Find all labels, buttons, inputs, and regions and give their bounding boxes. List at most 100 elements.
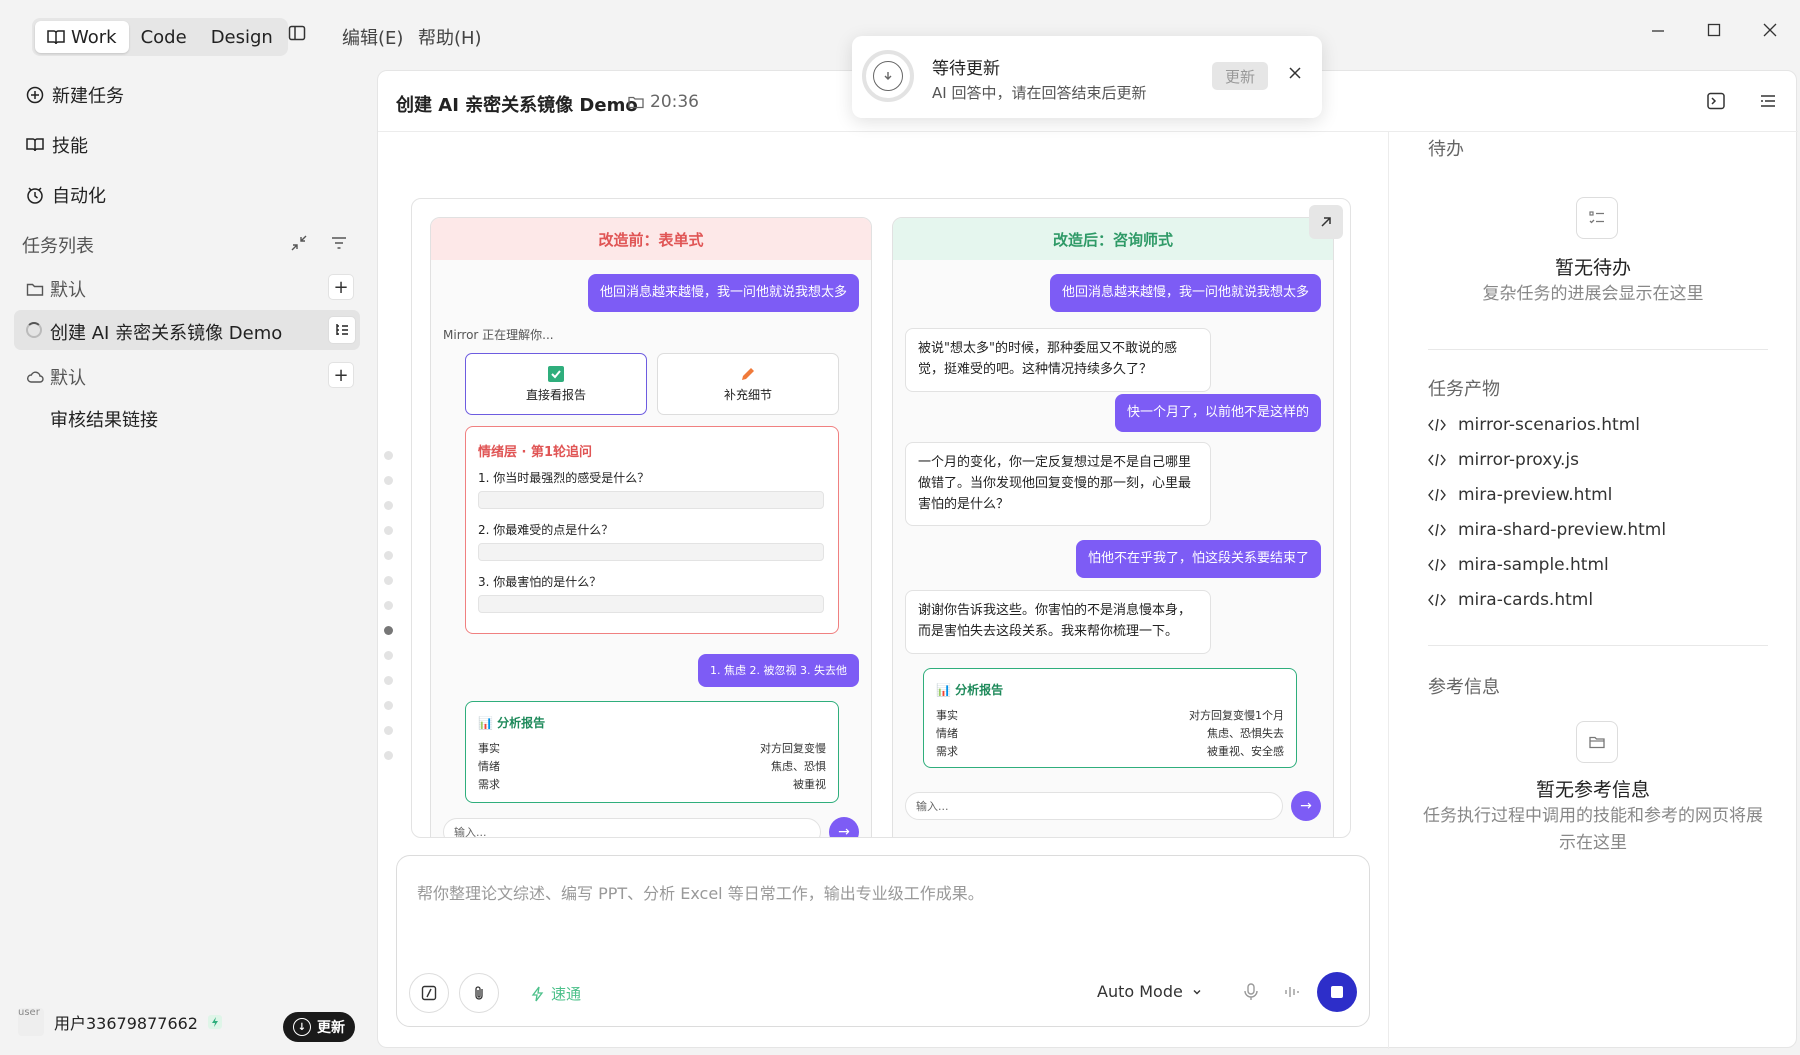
composer-input[interactable]: 帮你整理论文综述、编写 PPT、分析 Excel 等日常工作，输出专业级工作成果…: [417, 880, 984, 904]
option-add-details-button[interactable]: 补充细节: [657, 353, 839, 415]
auto-mode-label: Auto Mode: [1097, 982, 1183, 1001]
answer-field-1[interactable]: [478, 491, 824, 509]
folder-icon: [26, 281, 44, 297]
filter-icon[interactable]: [330, 234, 348, 252]
refs-empty-icon: [1576, 721, 1618, 763]
sidebar-item-review-link[interactable]: 审核结果链接: [50, 406, 158, 432]
user-name: 用户33679877662: [54, 1014, 198, 1033]
mode-design-button[interactable]: Design: [199, 21, 285, 53]
progress-dot[interactable]: [383, 451, 393, 460]
progress-dot[interactable]: [383, 526, 393, 535]
stop-square-icon: [1331, 986, 1343, 998]
progress-dot[interactable]: [383, 601, 393, 610]
microphone-icon[interactable]: [1242, 982, 1260, 1002]
waveform-icon[interactable]: [1283, 982, 1301, 1002]
sidebar-toggle-icon[interactable]: [288, 24, 306, 42]
speed-mode-button[interactable]: 速通: [531, 983, 581, 1004]
question-1: 1. 你当时最强烈的感受是什么？: [478, 471, 650, 485]
mode-switcher: Work Code Design: [32, 18, 288, 56]
todo-empty-icon: [1576, 197, 1618, 239]
progress-dot[interactable]: [383, 726, 393, 735]
pane-before-input[interactable]: 输入...: [443, 818, 821, 837]
progress-dot[interactable]: [383, 676, 393, 685]
report-key: 情绪: [936, 727, 958, 740]
sidebar: 新建任务 技能 自动化 任务列表 默认 + 创建 AI 亲密关系镜像 Demo: [0, 70, 375, 1055]
sidebar-item-skills[interactable]: 技能: [26, 132, 88, 158]
artifact-name: mira-preview.html: [1458, 485, 1613, 505]
expand-preview-button[interactable]: [1309, 205, 1343, 239]
progress-dot[interactable]: [383, 576, 393, 585]
terminal-icon[interactable]: [1706, 91, 1726, 111]
auto-mode-select[interactable]: Auto Mode: [1097, 982, 1203, 1001]
add-task-button-2[interactable]: +: [328, 362, 354, 388]
sidebar-item-new-task[interactable]: 新建任务: [26, 82, 124, 108]
report-value: 被重视、安全感: [1207, 745, 1284, 758]
composer[interactable]: 帮你整理论文综述、编写 PPT、分析 Excel 等日常工作，输出专业级工作成果…: [396, 855, 1370, 1027]
maximize-icon[interactable]: [1706, 22, 1722, 38]
pane-after-input[interactable]: 输入...: [905, 792, 1283, 820]
task-outline-button[interactable]: [328, 316, 356, 344]
demo-preview: 改造前：表单式 他回消息越来越慢，我一问他就说我想太多 Mirror 正在理解你…: [411, 198, 1351, 838]
report-key: 情绪: [478, 760, 500, 773]
list-tree-icon: [334, 322, 350, 338]
progress-dot-active[interactable]: [383, 626, 393, 635]
artifact-item[interactable]: mirror-proxy.js: [1428, 450, 1579, 470]
answer-field-2[interactable]: [478, 543, 824, 561]
header-divider: [378, 131, 1798, 132]
user-profile[interactable]: user 用户33679877662: [18, 1008, 222, 1036]
group-default-cloud[interactable]: 默认: [26, 364, 86, 390]
ai-message: 一个月的变化，你一定反复想过是不是自己哪里做错了。当你发现他回复变慢的那一刻，心…: [905, 442, 1211, 527]
report-value: 对方回复变慢1个月: [1189, 709, 1284, 722]
paperclip-icon: [471, 985, 487, 1001]
update-button[interactable]: ↓ 更新: [283, 1012, 355, 1042]
report-value: 焦虑、恐惧失去: [1207, 727, 1284, 740]
add-task-button[interactable]: +: [328, 274, 354, 300]
attach-button[interactable]: [459, 973, 499, 1013]
check-box-icon: [548, 365, 564, 382]
ai-message: 谢谢你告诉我这些。你害怕的不是消息慢本身，而是害怕失去这段关系。我来帮你梳理一下…: [905, 590, 1211, 654]
artifact-item[interactable]: mira-shard-preview.html: [1428, 520, 1666, 540]
slash-command-button[interactable]: [409, 973, 449, 1013]
menu-help[interactable]: 帮助(H): [418, 24, 482, 50]
stop-button[interactable]: [1317, 972, 1357, 1012]
speed-label: 速通: [551, 985, 582, 1003]
report-title-text: 分析报告: [497, 716, 546, 730]
download-progress-icon: [862, 50, 914, 102]
mode-code-button[interactable]: Code: [129, 21, 199, 53]
task-label: 创建 AI 亲密关系镜像 Demo: [50, 323, 283, 344]
artifact-item[interactable]: mira-preview.html: [1428, 485, 1612, 505]
progress-dot[interactable]: [383, 701, 393, 710]
send-arrow-icon[interactable]: →: [829, 817, 859, 837]
progress-dot[interactable]: [383, 551, 393, 560]
window-close-icon[interactable]: [1762, 22, 1778, 38]
menu-edit[interactable]: 编辑(E): [342, 24, 403, 50]
progress-dot[interactable]: [383, 651, 393, 660]
minimize-icon[interactable]: [1650, 22, 1666, 38]
sidebar-task-active[interactable]: 创建 AI 亲密关系镜像 Demo: [14, 310, 360, 350]
answer-field-3[interactable]: [478, 595, 824, 613]
toast-update-button[interactable]: 更新: [1212, 62, 1268, 90]
panel-list-icon[interactable]: [1758, 91, 1778, 111]
progress-dot[interactable]: [383, 501, 393, 510]
report-key: 事实: [478, 742, 500, 755]
send-arrow-icon[interactable]: →: [1291, 791, 1321, 821]
sidebar-item-automation[interactable]: 自动化: [26, 182, 106, 208]
close-icon[interactable]: [1288, 66, 1302, 80]
user-message: 快一个月了，以前他不是这样的: [1114, 394, 1321, 433]
mode-work-button[interactable]: Work: [35, 21, 129, 53]
artifact-item[interactable]: mira-cards.html: [1428, 590, 1593, 610]
progress-dot[interactable]: [383, 751, 393, 760]
artifact-name: mira-shard-preview.html: [1458, 520, 1667, 540]
artifact-item[interactable]: mirror-scenarios.html: [1428, 415, 1640, 435]
artifact-item[interactable]: mira-sample.html: [1428, 555, 1609, 575]
group-default-folder[interactable]: 默认: [26, 276, 86, 302]
emotion-question-card: 情绪层 · 第1轮追问 1. 你当时最强烈的感受是什么？ 2. 你最难受的点是什…: [465, 426, 839, 634]
analysis-report-card: 📊 分析报告 事实 对方回复变慢 情绪 焦虑、恐惧 需求 被重视: [465, 701, 839, 803]
report-row: 事实 对方回复变慢: [478, 740, 826, 756]
refs-empty-title: 暂无参考信息: [1535, 779, 1650, 801]
option-direct-report-button[interactable]: 直接看报告: [465, 353, 647, 415]
progress-dot[interactable]: [383, 476, 393, 485]
todo-empty-desc: 复杂任务的进展会显示在这里: [1482, 284, 1704, 304]
code-icon: [1428, 592, 1446, 608]
collapse-icon[interactable]: [290, 234, 308, 252]
